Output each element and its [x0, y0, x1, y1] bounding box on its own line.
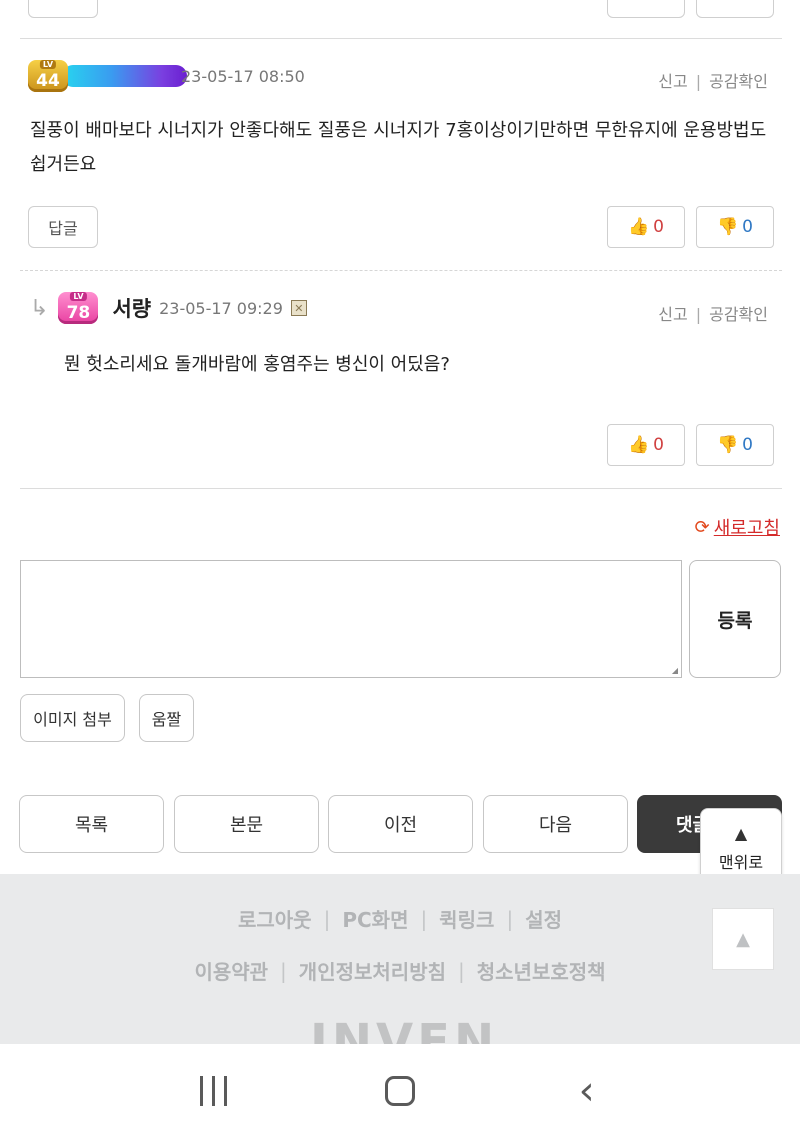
animated-image-button[interactable]: 움짤 [139, 694, 194, 742]
block-user-icon[interactable]: ✕ [290, 300, 307, 316]
report-link[interactable]: 신고 [658, 72, 687, 91]
empathy-link[interactable]: 공감확인 [709, 72, 768, 91]
reply-button-prev[interactable] [28, 0, 98, 18]
footer-links-row: 로그아웃 | PC화면 | 퀵링크 | 설정 [0, 904, 800, 933]
comment-body: 뭔 헛소리세요 돌개바람에 홍염주는 병신이 어딨음? [64, 354, 450, 375]
pc-view-link[interactable]: PC화면 [342, 904, 408, 933]
logout-link[interactable]: 로그아웃 [238, 904, 312, 933]
report-link[interactable]: 신고 [658, 305, 687, 324]
up-arrow-icon: ▲ [736, 928, 750, 950]
next-button[interactable]: 다음 [483, 795, 628, 853]
footer-links-row: 이용약관 | 개인정보처리방침 | 청소년보호정책 [0, 956, 800, 985]
comment-header: LV 44 23-05-17 08:50 [28, 60, 305, 92]
up-arrow-icon: ▲ [734, 823, 748, 843]
recent-apps-icon[interactable] [183, 1075, 243, 1106]
article-button[interactable]: 본문 [174, 795, 319, 853]
home-icon[interactable] [370, 1075, 430, 1106]
thumb-up-icon: 👍 [628, 435, 650, 455]
comment-header: ↳ LV 78 서량 23-05-17 09:29 ✕ [30, 292, 307, 324]
downvote-button-prev[interactable] [696, 0, 774, 18]
downvote-button[interactable]: 👎 0 [696, 206, 774, 248]
comment-divider [20, 270, 782, 271]
comment-date: 23-05-17 09:29 [159, 298, 283, 318]
downvote-button[interactable]: 👎 0 [696, 424, 774, 466]
footer-top-button[interactable]: ▲ [712, 908, 774, 970]
back-icon[interactable]: ‹ [557, 1071, 617, 1111]
privacy-link[interactable]: 개인정보처리방침 [299, 956, 446, 985]
prev-button[interactable]: 이전 [328, 795, 473, 853]
comment-date: 23-05-17 08:50 [181, 66, 305, 86]
level-badge: LV 78 [58, 292, 99, 324]
quicklink-link[interactable]: 퀵링크 [439, 904, 494, 933]
upvote-button[interactable]: 👍 0 [607, 206, 685, 248]
site-footer: 로그아웃 | PC화면 | 퀵링크 | 설정 이용약관 | 개인정보처리방침 | 청소년보… [0, 874, 800, 1044]
level-badge: LV 44 [28, 60, 68, 92]
thumb-down-icon: 👎 [717, 217, 739, 237]
terms-link[interactable]: 이용약관 [194, 956, 268, 985]
thumb-down-icon: 👎 [717, 435, 739, 455]
reply-arrow-icon: ↳ [30, 295, 49, 321]
reply-button[interactable]: 답글 [28, 206, 98, 248]
comment-divider [20, 38, 782, 39]
empathy-link[interactable]: 공감확인 [709, 305, 768, 324]
refresh-icon: ⟳ [694, 516, 710, 538]
comment-actions: 신고 | 공감확인 [658, 72, 768, 91]
submit-comment-button[interactable]: 등록 [689, 560, 781, 678]
thumb-up-icon: 👍 [628, 217, 650, 237]
resize-handle-icon[interactable]: ◢ [672, 666, 678, 675]
comment-textarea[interactable]: ◢ [20, 560, 682, 678]
inven-logo: INVEN [310, 1014, 499, 1044]
list-button[interactable]: 목록 [19, 795, 164, 853]
comment-body: 질풍이 배마보다 시너지가 안좋다해도 질풍은 시너지가 7홍이상이기만하면 무… [30, 120, 767, 175]
comment-list-end-divider [20, 488, 782, 489]
nickname-redacted [62, 65, 187, 87]
system-nav-bar: ‹ [0, 1044, 800, 1137]
upvote-button-prev[interactable] [607, 0, 685, 18]
comment-actions: 신고 | 공감확인 [658, 305, 768, 324]
refresh-button[interactable]: ⟳ 새로고침 [695, 514, 780, 540]
attach-image-button[interactable]: 이미지 첨부 [20, 694, 125, 742]
settings-link[interactable]: 설정 [525, 904, 562, 933]
comment-nickname[interactable]: 서량 [112, 293, 151, 323]
youth-policy-link[interactable]: 청소년보호정책 [477, 956, 606, 985]
upvote-button[interactable]: 👍 0 [607, 424, 685, 466]
